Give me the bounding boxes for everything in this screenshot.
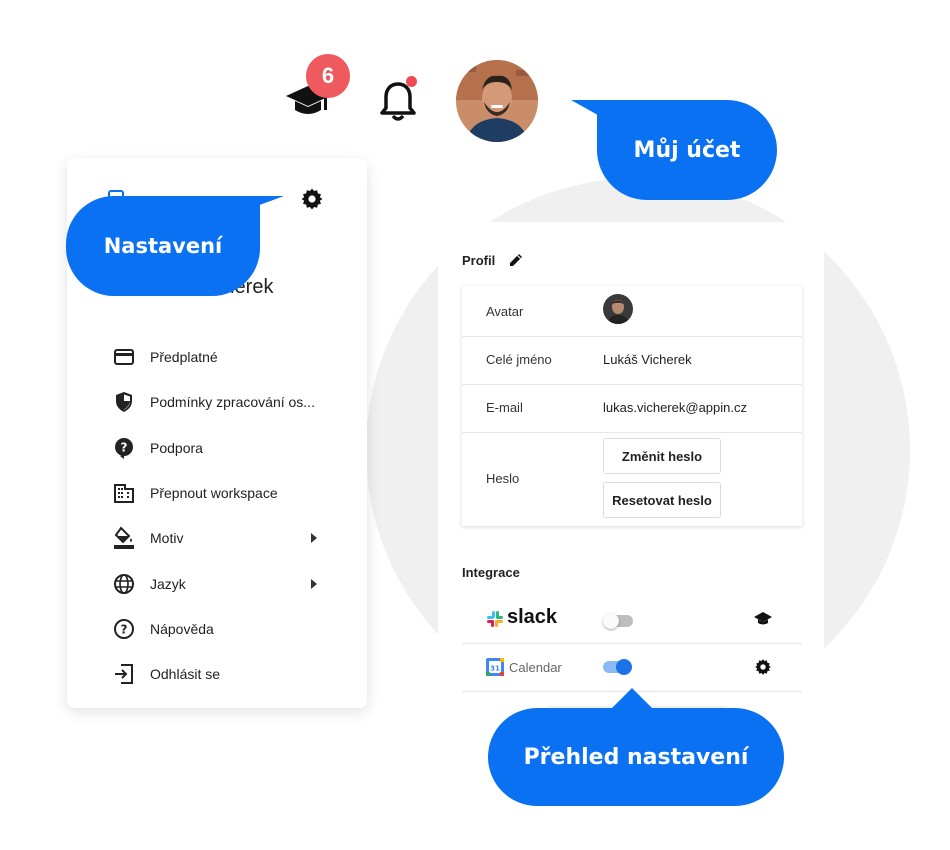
logout-icon: [112, 662, 136, 686]
toggle-knob: [616, 659, 632, 675]
menu-item-label: Podmínky zpracování os...: [150, 394, 315, 410]
menu-item-label: Podpora: [150, 440, 203, 456]
menu-item-label: Předplatné: [150, 349, 218, 365]
menu-item-napoveda[interactable]: ? Nápověda: [112, 615, 327, 643]
email-label: E-mail: [486, 400, 523, 415]
reset-password-button[interactable]: Resetovat heslo: [603, 482, 721, 518]
callout-nastaveni: Nastavení: [66, 196, 260, 296]
submenu-arrow-icon: [311, 579, 317, 589]
integrations-section-title: Integrace: [462, 565, 520, 580]
password-label: Heslo: [486, 471, 520, 486]
help-circle-icon: ?: [112, 436, 136, 460]
notification-count-badge: 6: [306, 54, 350, 98]
svg-text:?: ?: [121, 441, 128, 455]
menu-item-label: Odhlásit se: [150, 666, 221, 682]
globe-icon: [112, 572, 136, 596]
building-icon: [112, 481, 136, 505]
submenu-arrow-icon: [311, 533, 317, 543]
question-icon: ?: [112, 617, 136, 641]
svg-text:?: ?: [121, 623, 128, 637]
google-calendar-icon: 31: [486, 658, 504, 676]
slack-logo-icon: [486, 610, 504, 628]
menu-item-label: Jazyk: [150, 576, 186, 592]
callout-muj-ucet: Můj účet: [597, 100, 777, 200]
avatar-label: Avatar: [486, 304, 524, 319]
menu-item-label: Přepnout workspace: [150, 485, 278, 501]
slack-toggle[interactable]: [603, 613, 633, 629]
menu-item-label: Nápověda: [150, 621, 214, 637]
menu-item-predplatne[interactable]: Předplatné: [112, 343, 327, 371]
calendar-toggle[interactable]: [603, 659, 633, 675]
gear-icon[interactable]: [754, 658, 772, 676]
menu-item-podpora[interactable]: ? Podpora: [112, 434, 327, 462]
pencil-icon[interactable]: [508, 252, 524, 268]
menu-item-workspace[interactable]: Přepnout workspace: [112, 479, 327, 507]
menu-item-jazyk[interactable]: Jazyk: [112, 570, 327, 598]
menu-item-label: Motiv: [150, 530, 184, 546]
email-value: lukas.vicherek@appin.cz: [603, 400, 747, 415]
account-avatar[interactable]: [456, 60, 538, 142]
menu-item-podminky[interactable]: Podmínky zpracování os...: [112, 388, 327, 416]
profile-section-title: Profil: [462, 253, 496, 268]
svg-text:31: 31: [490, 665, 500, 673]
change-password-button[interactable]: Změnit heslo: [603, 438, 721, 474]
graduation-cap-icon[interactable]: [753, 610, 773, 628]
toggle-knob: [603, 613, 619, 629]
bubble-tail: [610, 688, 654, 710]
menu-item-odhlasit[interactable]: Odhlásit se: [112, 660, 327, 688]
avatar[interactable]: [603, 294, 633, 324]
name-value: Lukáš Vicherek: [603, 352, 692, 367]
name-label: Celé jméno: [486, 352, 552, 367]
calendar-name: Calendar: [509, 660, 562, 675]
menu-item-motiv[interactable]: Motiv: [112, 524, 327, 552]
slack-name: slack: [507, 606, 558, 628]
paint-bucket-icon: [112, 526, 136, 550]
shield-icon: [112, 390, 136, 414]
callout-prehled-nastaveni: Přehled nastavení: [488, 708, 784, 806]
credit-card-icon: [112, 345, 136, 369]
gear-icon[interactable]: [300, 187, 324, 211]
notification-dot: [406, 76, 417, 87]
